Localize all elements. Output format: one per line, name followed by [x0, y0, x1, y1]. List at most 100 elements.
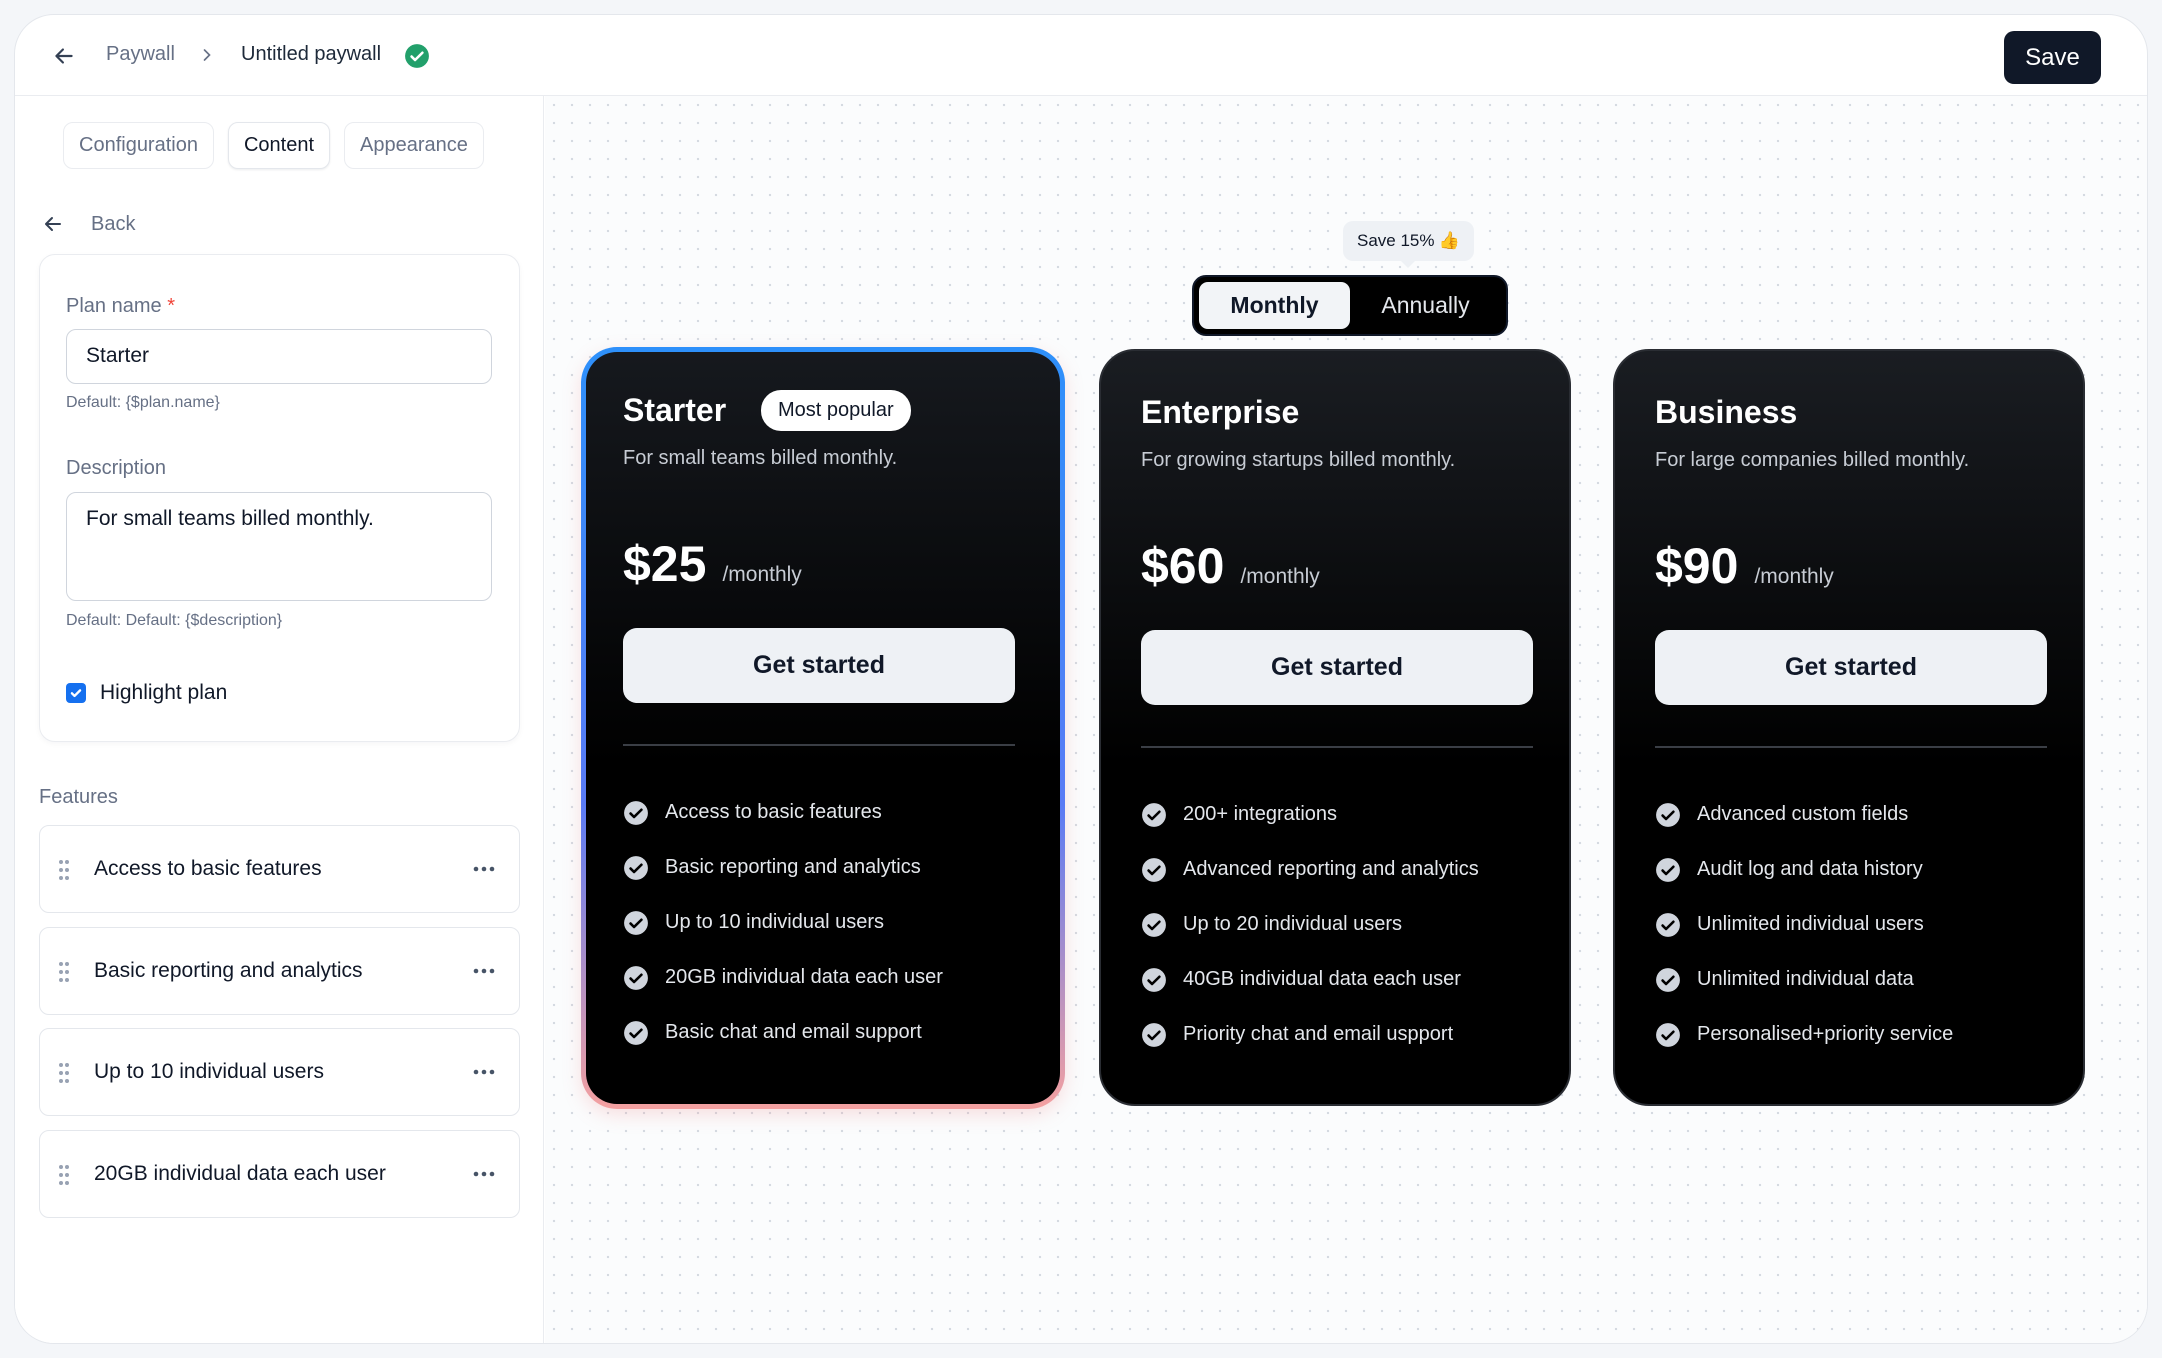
plan-description: For growing startups billed monthly. — [1141, 449, 1456, 471]
plan-feature: Up to 20 individual users — [1141, 897, 1479, 952]
feature-item[interactable]: Basic reporting and analytics — [39, 927, 520, 1015]
description-label: Description — [66, 457, 167, 479]
get-started-button[interactable]: Get started — [1141, 630, 1533, 705]
required-mark: * — [167, 295, 175, 317]
most-popular-badge: Most popular — [761, 390, 911, 431]
feature-item-label: Access to basic features — [94, 857, 322, 880]
plan-name: Starter — [623, 392, 727, 428]
check-circle-icon — [624, 910, 648, 935]
plan-card-business: Business For large companies billed mont… — [1613, 349, 2085, 1106]
toggle-monthly[interactable]: Monthly — [1199, 282, 1350, 329]
feature-item[interactable]: 20GB individual data each user — [39, 1130, 520, 1218]
save-percent-text: Save 15% — [1357, 231, 1435, 250]
plan-description: For small teams billed monthly. — [623, 447, 898, 469]
save-button[interactable]: Save — [2004, 31, 2101, 84]
plan-price: $25 /monthly — [623, 535, 802, 593]
highlight-plan-checkbox[interactable]: Highlight plan — [66, 681, 227, 705]
check-circle-icon — [1656, 967, 1680, 992]
breadcrumb-paywall[interactable]: Paywall — [106, 43, 175, 66]
feature-item-label: 20GB individual data each user — [94, 1162, 386, 1185]
get-started-button[interactable]: Get started — [1655, 630, 2047, 705]
description-hint: Default: Default: {$description} — [66, 612, 283, 629]
plan-feature: Unlimited individual data — [1655, 952, 1953, 1007]
checkbox-checked-icon[interactable] — [66, 683, 86, 703]
plan-feature: Advanced custom fields — [1655, 787, 1953, 842]
toggle-annually[interactable]: Annually — [1350, 282, 1501, 329]
check-circle-icon — [405, 44, 429, 68]
plan-form-card: Plan name * Starter Default: {$plan.name… — [39, 254, 520, 742]
more-horizontal-icon[interactable] — [469, 1059, 499, 1085]
price-amount: $25 — [623, 536, 707, 592]
check-circle-icon — [1656, 802, 1680, 827]
plan-feature-label: 20GB individual data each user — [665, 966, 943, 988]
check-circle-icon — [1142, 967, 1166, 992]
plan-feature-label: Advanced reporting and analytics — [1183, 858, 1479, 880]
plan-name-hint: Default: {$plan.name} — [66, 394, 220, 411]
price-amount: $60 — [1141, 538, 1225, 594]
plan-feature: Basic chat and email support — [623, 1005, 943, 1060]
plan-feature: Unlimited individual users — [1655, 897, 1953, 952]
plan-name-input[interactable]: Starter — [66, 329, 492, 384]
check-circle-icon — [1142, 857, 1166, 882]
check-circle-icon — [1656, 1022, 1680, 1047]
plan-feature-label: Up to 20 individual users — [1183, 913, 1403, 935]
drag-handle-icon[interactable] — [58, 1164, 70, 1186]
plan-feature: 40GB individual data each user — [1141, 952, 1479, 1007]
plan-price: $60 /monthly — [1141, 537, 1320, 595]
drag-handle-icon[interactable] — [58, 1062, 70, 1084]
plan-card-enterprise: Enterprise For growing startups billed m… — [1099, 349, 1571, 1106]
check-circle-icon — [1656, 857, 1680, 882]
plan-feature-list: Access to basic features Basic reporting… — [623, 785, 943, 1060]
plan-feature: Access to basic features — [623, 785, 943, 840]
divider — [1141, 746, 1533, 748]
get-started-button[interactable]: Get started — [623, 628, 1015, 703]
feature-item[interactable]: Up to 10 individual users — [39, 1028, 520, 1116]
sidebar-tabs: Configuration Content Appearance — [63, 122, 484, 169]
plan-feature-list: Advanced custom fields Audit log and dat… — [1655, 787, 1953, 1062]
app-window: Paywall Untitled paywall Save Configurat… — [14, 14, 2148, 1344]
plan-feature-list: 200+ integrations Advanced reporting and… — [1141, 787, 1479, 1062]
plan-feature: Up to 10 individual users — [623, 895, 943, 950]
more-horizontal-icon[interactable] — [469, 1161, 499, 1187]
check-circle-icon — [624, 965, 648, 990]
price-period: /monthly — [1754, 565, 1834, 588]
plan-feature-label: Priority chat and email uspport — [1183, 1023, 1454, 1045]
plan-name: Enterprise — [1141, 394, 1300, 430]
plan-feature: Priority chat and email uspport — [1141, 1007, 1479, 1062]
plan-feature: Personalised+priority service — [1655, 1007, 1953, 1062]
more-horizontal-icon[interactable] — [469, 958, 499, 984]
plan-feature-label: 40GB individual data each user — [1183, 968, 1461, 990]
drag-handle-icon[interactable] — [58, 961, 70, 983]
tab-content[interactable]: Content — [227, 122, 331, 169]
plan-name-label: Plan name * — [66, 295, 175, 318]
back-label: Back — [91, 212, 136, 235]
plan-name-label-text: Plan name — [66, 295, 162, 317]
back-link[interactable]: Back — [41, 212, 135, 236]
tab-appearance[interactable]: Appearance — [344, 122, 484, 169]
plan-feature-label: 200+ integrations — [1183, 803, 1338, 825]
feature-item[interactable]: Access to basic features — [39, 825, 520, 913]
more-horizontal-icon[interactable] — [469, 856, 499, 882]
drag-handle-icon[interactable] — [58, 859, 70, 881]
price-period: /monthly — [1240, 565, 1320, 588]
feature-item-label: Up to 10 individual users — [94, 1060, 324, 1083]
plan-feature-label: Basic reporting and analytics — [665, 856, 921, 878]
plan-feature-label: Audit log and data history — [1697, 858, 1923, 880]
top-bar: Paywall Untitled paywall Save — [15, 15, 2147, 96]
check-circle-icon — [1656, 912, 1680, 937]
features-section-title: Features — [39, 786, 118, 808]
arrow-left-icon[interactable] — [51, 43, 77, 69]
check-circle-icon — [624, 800, 648, 825]
check-circle-icon — [1142, 1022, 1166, 1047]
tab-configuration[interactable]: Configuration — [63, 122, 214, 169]
chevron-right-icon — [203, 49, 211, 61]
check-circle-icon — [624, 1020, 648, 1045]
plan-feature-label: Unlimited individual data — [1697, 968, 1914, 990]
billing-period-toggle: Monthly Annually — [1192, 275, 1508, 336]
highlight-plan-label: Highlight plan — [100, 681, 228, 704]
breadcrumb-current: Untitled paywall — [241, 43, 382, 65]
plan-price: $90 /monthly — [1655, 537, 1834, 595]
price-amount: $90 — [1655, 538, 1739, 594]
description-textarea[interactable]: For small teams billed monthly. — [66, 492, 492, 601]
divider — [1655, 746, 2047, 748]
